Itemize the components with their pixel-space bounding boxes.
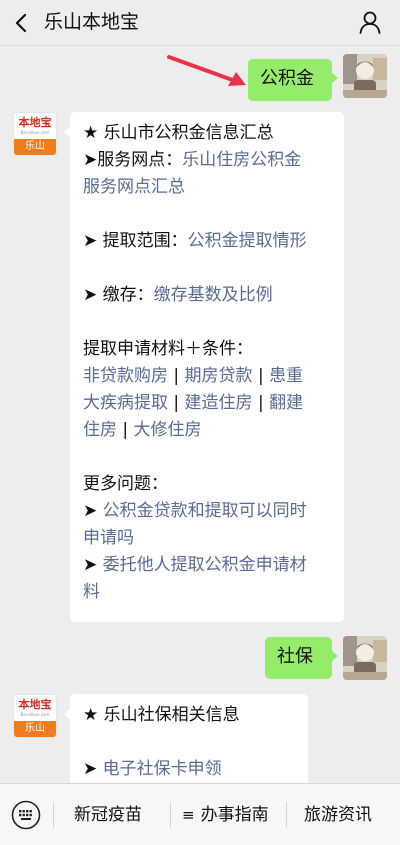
user-message-bubble[interactable]: 公积金	[248, 59, 338, 101]
link-major-repair[interactable]: 大修住房	[134, 420, 202, 440]
user-avatar[interactable]	[343, 54, 387, 98]
menu-service-guide-label: 办事指南	[200, 805, 269, 825]
link-withdrawal-cases[interactable]: 公积金提取情形	[188, 231, 307, 251]
label-materials-conditions: 提取申请材料＋条件：	[83, 339, 253, 359]
menu-divider	[170, 802, 171, 828]
link-electronic-social-card[interactable]: 电子社保卡申领	[103, 759, 222, 779]
menu-divider	[53, 802, 54, 828]
separator: |	[117, 420, 134, 440]
link-entrust-withdraw-q1[interactable]: 委托他人提取公积金申请材	[103, 555, 307, 575]
label-deposit: ➤ 缴存：	[83, 285, 154, 305]
profile-icon[interactable]	[358, 10, 382, 34]
link-non-loan-purchase[interactable]: 非贷款购房	[83, 366, 168, 386]
arrow-bullet: ➤	[83, 501, 103, 521]
label-withdrawal-scope: ➤ 提取范围：	[83, 231, 188, 251]
separator: |	[168, 366, 185, 386]
reply-intro: ★ 乐山社保相关信息	[83, 705, 240, 725]
brand-logo-text: 本地宝	[18, 116, 52, 129]
reply-intro: ★ 乐山市公积金信息汇总	[83, 123, 274, 143]
back-arrow-icon[interactable]	[14, 13, 28, 33]
link-forward-housing-loan[interactable]: 期房贷款	[185, 366, 253, 386]
link-serious-illness-part2[interactable]: 大疾病提取	[83, 393, 168, 413]
label-more-questions: 更多问题：	[83, 474, 168, 494]
brand-logo-text: 本地宝	[18, 698, 52, 711]
reply-message-bubble: ★ 乐山社保相关信息 ➤ 电子社保卡申领	[64, 694, 308, 783]
user-message-bubble[interactable]: 社保	[265, 637, 338, 679]
brand-city-label: 乐山	[14, 721, 56, 737]
separator: |	[252, 393, 270, 413]
menu-service-guide[interactable]: ≡ 办事指南	[182, 799, 269, 831]
separator: |	[252, 366, 270, 386]
link-deposit-base-ratio[interactable]: 缴存基数及比例	[154, 285, 273, 305]
keyboard-toggle-icon[interactable]	[11, 800, 41, 830]
arrow-bullet: ➤	[83, 759, 103, 779]
link-serious-illness-part1[interactable]: 患重	[269, 366, 303, 386]
arrow-bullet: ➤	[83, 555, 103, 575]
link-loan-and-withdraw-q2[interactable]: 申请吗	[83, 528, 134, 548]
reply-message-bubble: ★ 乐山市公积金信息汇总 ➤服务网点：乐山住房公积金 服务网点汇总 ➤ 提取范围…	[64, 112, 344, 622]
brand-site-text: Bendibao.com	[20, 130, 50, 135]
link-build-house[interactable]: 建造住房	[185, 393, 253, 413]
official-account-avatar[interactable]: 本地宝 Bendibao.com 乐山	[13, 112, 57, 156]
separator: |	[168, 393, 185, 413]
menu-list-icon: ≡	[182, 806, 195, 824]
page-title: 乐山本地宝	[44, 11, 140, 33]
user-avatar[interactable]	[343, 636, 387, 680]
link-service-points-summary[interactable]: 服务网点汇总	[83, 177, 185, 197]
menu-covid-vaccine[interactable]: 新冠疫苗	[74, 799, 142, 831]
link-rebuild-house-part1[interactable]: 翻建	[269, 393, 303, 413]
brand-city-label: 乐山	[14, 139, 56, 155]
label-service-points: ➤服务网点：	[83, 150, 183, 170]
menu-divider	[286, 802, 287, 828]
chat-area[interactable]: 公积金 本地宝 Bendibao.com 乐山 ★ 乐山市公积金信息汇总 ➤服务…	[0, 46, 400, 783]
link-entrust-withdraw-q2[interactable]: 料	[83, 582, 100, 602]
official-account-avatar[interactable]: 本地宝 Bendibao.com 乐山	[13, 694, 57, 738]
brand-site-text: Bendibao.com	[20, 712, 50, 717]
link-loan-and-withdraw-q1[interactable]: 公积金贷款和提取可以同时	[103, 501, 307, 521]
top-nav-bar: 乐山本地宝	[0, 0, 400, 46]
menu-travel-info[interactable]: 旅游资讯	[304, 799, 372, 831]
bottom-menu-bar: 新冠疫苗 ≡ 办事指南 旅游资讯	[0, 783, 400, 845]
link-rebuild-house-part2[interactable]: 住房	[83, 420, 117, 440]
annotation-arrow-icon	[167, 55, 246, 86]
message-text: 社保	[277, 646, 313, 667]
message-text: 公积金	[260, 68, 314, 89]
link-housing-fund-service[interactable]: 乐山住房公积金	[182, 150, 301, 170]
